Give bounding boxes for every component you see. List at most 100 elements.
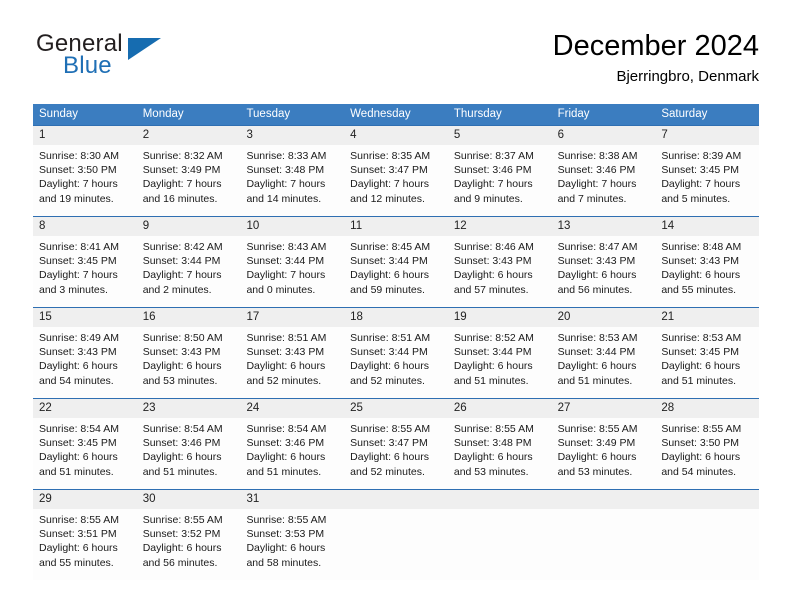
day-cell[interactable]: Sunrise: 8:53 AM Sunset: 3:44 PM Dayligh… xyxy=(552,327,656,398)
sunset-text: Sunset: 3:44 PM xyxy=(350,255,428,268)
daylight-text-line1: Daylight: 6 hours xyxy=(453,269,533,282)
day-number[interactable]: 4 xyxy=(344,126,448,145)
daylight-text-line1: Daylight: 7 hours xyxy=(557,178,637,191)
day-cell[interactable]: Sunrise: 8:39 AM Sunset: 3:45 PM Dayligh… xyxy=(655,145,759,216)
day-number[interactable]: 15 xyxy=(33,308,137,327)
day-cell[interactable]: Sunrise: 8:48 AM Sunset: 3:43 PM Dayligh… xyxy=(655,236,759,307)
day-cell[interactable]: Sunrise: 8:55 AM Sunset: 3:51 PM Dayligh… xyxy=(33,509,137,580)
day-number[interactable]: 24 xyxy=(240,399,344,418)
day-number[interactable]: 29 xyxy=(33,490,137,509)
day-number-empty xyxy=(448,490,552,509)
day-number[interactable]: 18 xyxy=(344,308,448,327)
day-number[interactable]: 14 xyxy=(655,217,759,236)
day-cell[interactable]: Sunrise: 8:35 AM Sunset: 3:47 PM Dayligh… xyxy=(344,145,448,216)
sunrise-text: Sunrise: 8:50 AM xyxy=(142,332,223,344)
daylight-text-line1: Daylight: 7 hours xyxy=(142,178,222,191)
sunrise-text: Sunrise: 8:52 AM xyxy=(453,332,534,344)
sunset-text: Sunset: 3:44 PM xyxy=(453,346,532,359)
day-cell[interactable]: Sunrise: 8:32 AM Sunset: 3:49 PM Dayligh… xyxy=(137,145,241,216)
day-number[interactable]: 25 xyxy=(344,399,448,418)
day-cell-empty xyxy=(655,509,759,580)
sunset-text: Sunset: 3:46 PM xyxy=(453,164,532,177)
day-cell-empty xyxy=(552,509,656,580)
sunset-text: Sunset: 3:45 PM xyxy=(661,164,739,177)
day-cell[interactable]: Sunrise: 8:54 AM Sunset: 3:45 PM Dayligh… xyxy=(33,418,137,489)
day-cell[interactable]: Sunrise: 8:54 AM Sunset: 3:46 PM Dayligh… xyxy=(240,418,344,489)
sunset-text: Sunset: 3:46 PM xyxy=(142,437,221,450)
sunrise-text: Sunrise: 8:30 AM xyxy=(39,150,119,162)
day-number[interactable]: 30 xyxy=(137,490,241,509)
sunset-text: Sunset: 3:44 PM xyxy=(246,255,325,268)
day-cell[interactable]: Sunrise: 8:30 AM Sunset: 3:50 PM Dayligh… xyxy=(33,145,137,216)
day-number[interactable]: 13 xyxy=(552,217,656,236)
day-number[interactable]: 9 xyxy=(137,217,241,236)
day-number[interactable]: 7 xyxy=(655,126,759,145)
day-cell[interactable]: Sunrise: 8:55 AM Sunset: 3:50 PM Dayligh… xyxy=(655,418,759,489)
day-number[interactable]: 8 xyxy=(33,217,137,236)
sunrise-text: Sunrise: 8:47 AM xyxy=(557,241,638,253)
day-cell[interactable]: Sunrise: 8:55 AM Sunset: 3:52 PM Dayligh… xyxy=(137,509,241,580)
sunset-text: Sunset: 3:46 PM xyxy=(557,164,636,177)
day-cell[interactable]: Sunrise: 8:45 AM Sunset: 3:44 PM Dayligh… xyxy=(344,236,448,307)
day-cell[interactable]: Sunrise: 8:52 AM Sunset: 3:44 PM Dayligh… xyxy=(448,327,552,398)
weekday-header-tuesday: Tuesday xyxy=(246,108,291,120)
day-number[interactable]: 5 xyxy=(448,126,552,145)
day-number[interactable]: 10 xyxy=(240,217,344,236)
sunrise-text: Sunrise: 8:42 AM xyxy=(142,241,223,253)
daylight-text-line2: and 14 minutes. xyxy=(246,192,322,205)
daylight-text-line2: and 51 minutes. xyxy=(557,374,633,387)
day-cell[interactable]: Sunrise: 8:33 AM Sunset: 3:48 PM Dayligh… xyxy=(240,145,344,216)
sunset-text: Sunset: 3:43 PM xyxy=(142,346,221,359)
day-number[interactable]: 16 xyxy=(137,308,241,327)
day-cell[interactable]: Sunrise: 8:42 AM Sunset: 3:44 PM Dayligh… xyxy=(137,236,241,307)
daylight-text-line1: Daylight: 6 hours xyxy=(453,360,533,373)
day-number[interactable]: 12 xyxy=(448,217,552,236)
calendar-page: General Blue December 2024 Bjerringbro, … xyxy=(0,0,792,612)
day-number[interactable]: 23 xyxy=(137,399,241,418)
daylight-text-line1: Daylight: 7 hours xyxy=(246,178,326,191)
day-cell[interactable]: Sunrise: 8:54 AM Sunset: 3:46 PM Dayligh… xyxy=(137,418,241,489)
day-cell[interactable]: Sunrise: 8:49 AM Sunset: 3:43 PM Dayligh… xyxy=(33,327,137,398)
day-cell[interactable]: Sunrise: 8:38 AM Sunset: 3:46 PM Dayligh… xyxy=(552,145,656,216)
day-cell[interactable]: Sunrise: 8:46 AM Sunset: 3:43 PM Dayligh… xyxy=(448,236,552,307)
day-cell[interactable]: Sunrise: 8:51 AM Sunset: 3:43 PM Dayligh… xyxy=(240,327,344,398)
day-number[interactable]: 1 xyxy=(33,126,137,145)
day-cell[interactable]: Sunrise: 8:55 AM Sunset: 3:53 PM Dayligh… xyxy=(240,509,344,580)
day-number[interactable]: 22 xyxy=(33,399,137,418)
week-date-band: 22 23 24 25 26 27 28 xyxy=(33,399,759,418)
day-number-empty xyxy=(655,490,759,509)
daylight-text-line2: and 51 minutes. xyxy=(39,465,114,478)
daylight-text-line1: Daylight: 7 hours xyxy=(350,178,429,191)
day-number[interactable]: 20 xyxy=(552,308,656,327)
day-number[interactable]: 21 xyxy=(655,308,759,327)
day-cell[interactable]: Sunrise: 8:55 AM Sunset: 3:47 PM Dayligh… xyxy=(344,418,448,489)
day-number[interactable]: 17 xyxy=(240,308,344,327)
sunset-text: Sunset: 3:49 PM xyxy=(557,437,636,450)
sunset-text: Sunset: 3:50 PM xyxy=(661,437,739,450)
day-number[interactable]: 31 xyxy=(240,490,344,509)
general-blue-logo[interactable]: General Blue xyxy=(33,28,263,90)
week-detail-band: Sunrise: 8:49 AM Sunset: 3:43 PM Dayligh… xyxy=(33,327,759,398)
day-number[interactable]: 28 xyxy=(655,399,759,418)
day-cell[interactable]: Sunrise: 8:41 AM Sunset: 3:45 PM Dayligh… xyxy=(33,236,137,307)
calendar-week-row: 8 9 10 11 12 13 14 Sunrise: 8:41 AM Suns… xyxy=(33,216,759,307)
day-number[interactable]: 2 xyxy=(137,126,241,145)
day-number[interactable]: 26 xyxy=(448,399,552,418)
day-number[interactable]: 3 xyxy=(240,126,344,145)
day-cell[interactable]: Sunrise: 8:51 AM Sunset: 3:44 PM Dayligh… xyxy=(344,327,448,398)
day-cell[interactable]: Sunrise: 8:37 AM Sunset: 3:46 PM Dayligh… xyxy=(448,145,552,216)
day-cell[interactable]: Sunrise: 8:47 AM Sunset: 3:43 PM Dayligh… xyxy=(552,236,656,307)
daylight-text-line1: Daylight: 6 hours xyxy=(246,360,326,373)
day-cell[interactable]: Sunrise: 8:55 AM Sunset: 3:49 PM Dayligh… xyxy=(552,418,656,489)
day-cell[interactable]: Sunrise: 8:55 AM Sunset: 3:48 PM Dayligh… xyxy=(448,418,552,489)
daylight-text-line2: and 19 minutes. xyxy=(39,192,114,205)
day-number[interactable]: 6 xyxy=(552,126,656,145)
sunset-text: Sunset: 3:43 PM xyxy=(246,346,325,359)
day-cell[interactable]: Sunrise: 8:43 AM Sunset: 3:44 PM Dayligh… xyxy=(240,236,344,307)
day-number[interactable]: 19 xyxy=(448,308,552,327)
day-number[interactable]: 11 xyxy=(344,217,448,236)
day-cell[interactable]: Sunrise: 8:50 AM Sunset: 3:43 PM Dayligh… xyxy=(137,327,241,398)
sunrise-text: Sunrise: 8:54 AM xyxy=(142,423,223,435)
day-cell[interactable]: Sunrise: 8:53 AM Sunset: 3:45 PM Dayligh… xyxy=(655,327,759,398)
day-number[interactable]: 27 xyxy=(552,399,656,418)
